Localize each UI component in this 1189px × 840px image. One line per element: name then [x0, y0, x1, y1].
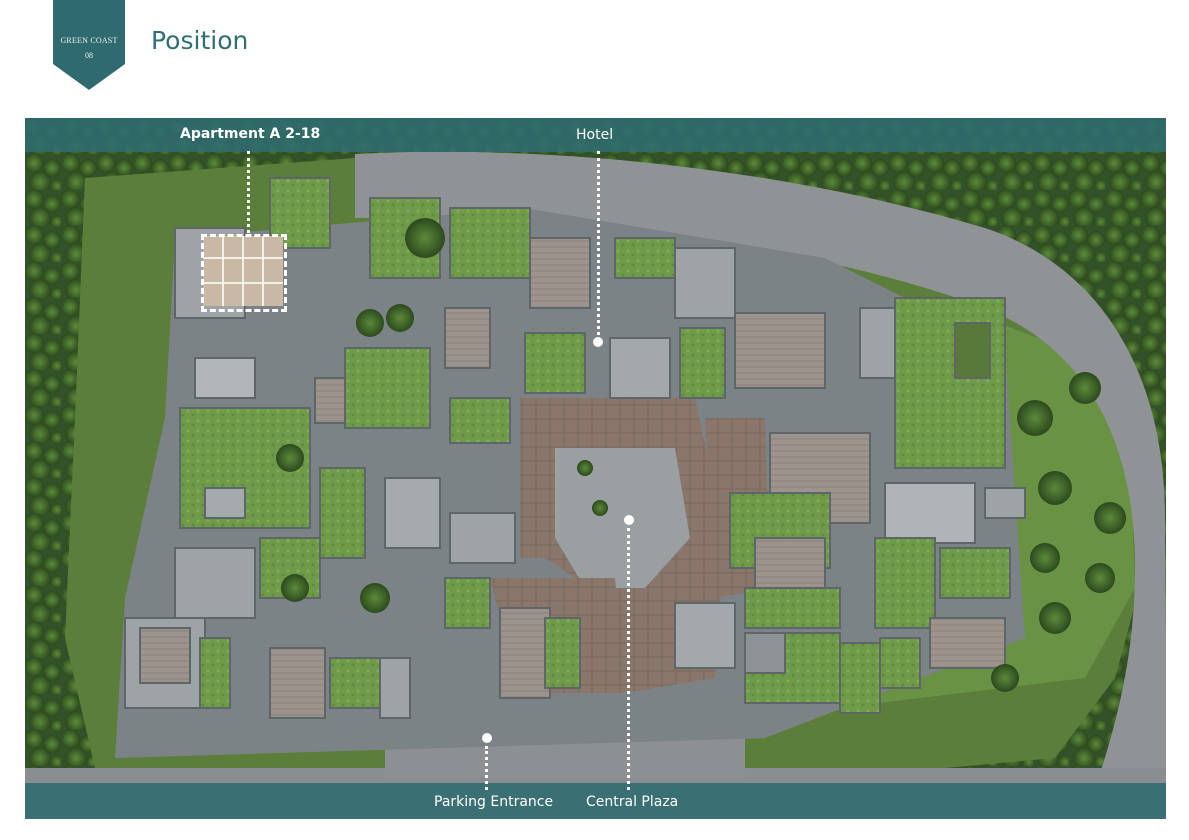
central-plaza-label: Central Plaza: [586, 794, 679, 810]
central-plaza-leader-line: [627, 528, 630, 790]
site-plan-image: [25, 118, 1166, 819]
badge-page-number: 08: [85, 51, 93, 60]
parking-entrance-label: Parking Entrance: [434, 794, 554, 810]
page-title: Position: [151, 26, 249, 55]
central-plaza-marker: [624, 515, 634, 525]
parking-entrance-leader-line: [485, 746, 488, 790]
logo-badge: GREEN COAST 08: [53, 0, 125, 90]
apartment-leader-line: [247, 151, 250, 233]
hotel-label: Hotel: [576, 127, 614, 143]
hotel-leader-line: [597, 151, 600, 341]
apartment-label: Apartment A 2-18: [180, 126, 321, 142]
hotel-marker: [593, 337, 603, 347]
apartment-highlight-box: [201, 234, 287, 312]
parking-entrance-marker: [482, 733, 492, 743]
badge-brand: GREEN COAST: [60, 36, 118, 45]
site-plan-map: Apartment A 2-18 Hotel Central Plaza Par…: [25, 118, 1166, 819]
badge-shape: [53, 0, 125, 90]
